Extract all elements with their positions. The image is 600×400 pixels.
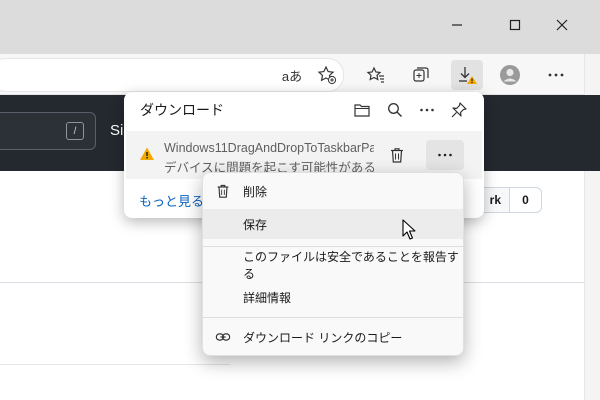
maximize-icon	[509, 19, 521, 31]
read-aloud-label: aあ	[281, 68, 303, 84]
maximize-button[interactable]	[504, 14, 526, 36]
menu-separator	[203, 246, 463, 247]
download-filename: Windows11DragAndDropToTaskbarPart	[164, 141, 374, 155]
collections-button[interactable]	[408, 62, 434, 88]
menu-item-save[interactable]: 保存	[203, 209, 463, 239]
sign-in-link[interactable]: Si	[110, 122, 123, 139]
open-downloads-folder-button[interactable]	[350, 98, 374, 122]
mouse-cursor-icon	[402, 219, 418, 241]
menu-item-report-safe[interactable]: このファイルは安全であることを報告する	[203, 250, 463, 281]
folder-icon	[354, 104, 370, 117]
more-icon	[548, 73, 564, 77]
downloads-more-options-button[interactable]	[415, 98, 439, 122]
menu-item-label: 保存	[243, 217, 268, 232]
minimize-icon	[452, 24, 462, 26]
close-button[interactable]	[551, 14, 573, 36]
collections-icon	[413, 67, 429, 82]
menu-item-label: 削除	[243, 184, 268, 199]
settings-more-button[interactable]	[543, 62, 569, 88]
favorites-icon	[366, 66, 384, 83]
trash-icon	[391, 148, 403, 163]
link-icon	[215, 333, 231, 341]
pin-downloads-button[interactable]	[447, 98, 471, 122]
minimize-button[interactable]	[446, 14, 468, 36]
warning-icon	[139, 146, 155, 162]
menu-separator	[203, 317, 463, 318]
menu-item-delete[interactable]: 削除	[203, 176, 463, 206]
star-plus-icon	[317, 65, 337, 85]
search-downloads-button[interactable]	[383, 98, 407, 122]
download-item-more-button[interactable]	[426, 140, 464, 170]
avatar-icon	[500, 65, 520, 85]
more-icon	[420, 108, 434, 112]
fork-count[interactable]: 0	[510, 187, 542, 213]
downloads-title: ダウンロード	[140, 102, 224, 118]
read-aloud-button[interactable]: aあ	[279, 62, 305, 88]
favorites-button[interactable]	[363, 62, 389, 88]
more-icon	[438, 153, 452, 157]
menu-item-details[interactable]: 詳細情報	[203, 282, 463, 312]
profile-button[interactable]	[497, 62, 523, 88]
menu-item-copy-download-link[interactable]: ダウンロード リンクのコピー	[203, 322, 463, 352]
see-more-link[interactable]: もっと見る	[139, 191, 204, 210]
search-shortcut-key: /	[66, 122, 84, 140]
add-favorite-button[interactable]	[314, 62, 340, 88]
search-icon	[388, 103, 402, 117]
delete-download-button[interactable]	[385, 143, 409, 167]
close-icon	[556, 19, 568, 31]
content-divider	[0, 364, 230, 365]
trash-icon	[217, 184, 229, 198]
menu-item-label: ダウンロード リンクのコピー	[243, 330, 403, 345]
menu-item-label: このファイルは安全であることを報告する	[243, 250, 459, 281]
downloads-button[interactable]	[451, 60, 483, 90]
menu-item-label: 詳細情報	[243, 290, 292, 305]
pin-icon	[451, 102, 467, 118]
download-warning-icon	[459, 67, 477, 84]
